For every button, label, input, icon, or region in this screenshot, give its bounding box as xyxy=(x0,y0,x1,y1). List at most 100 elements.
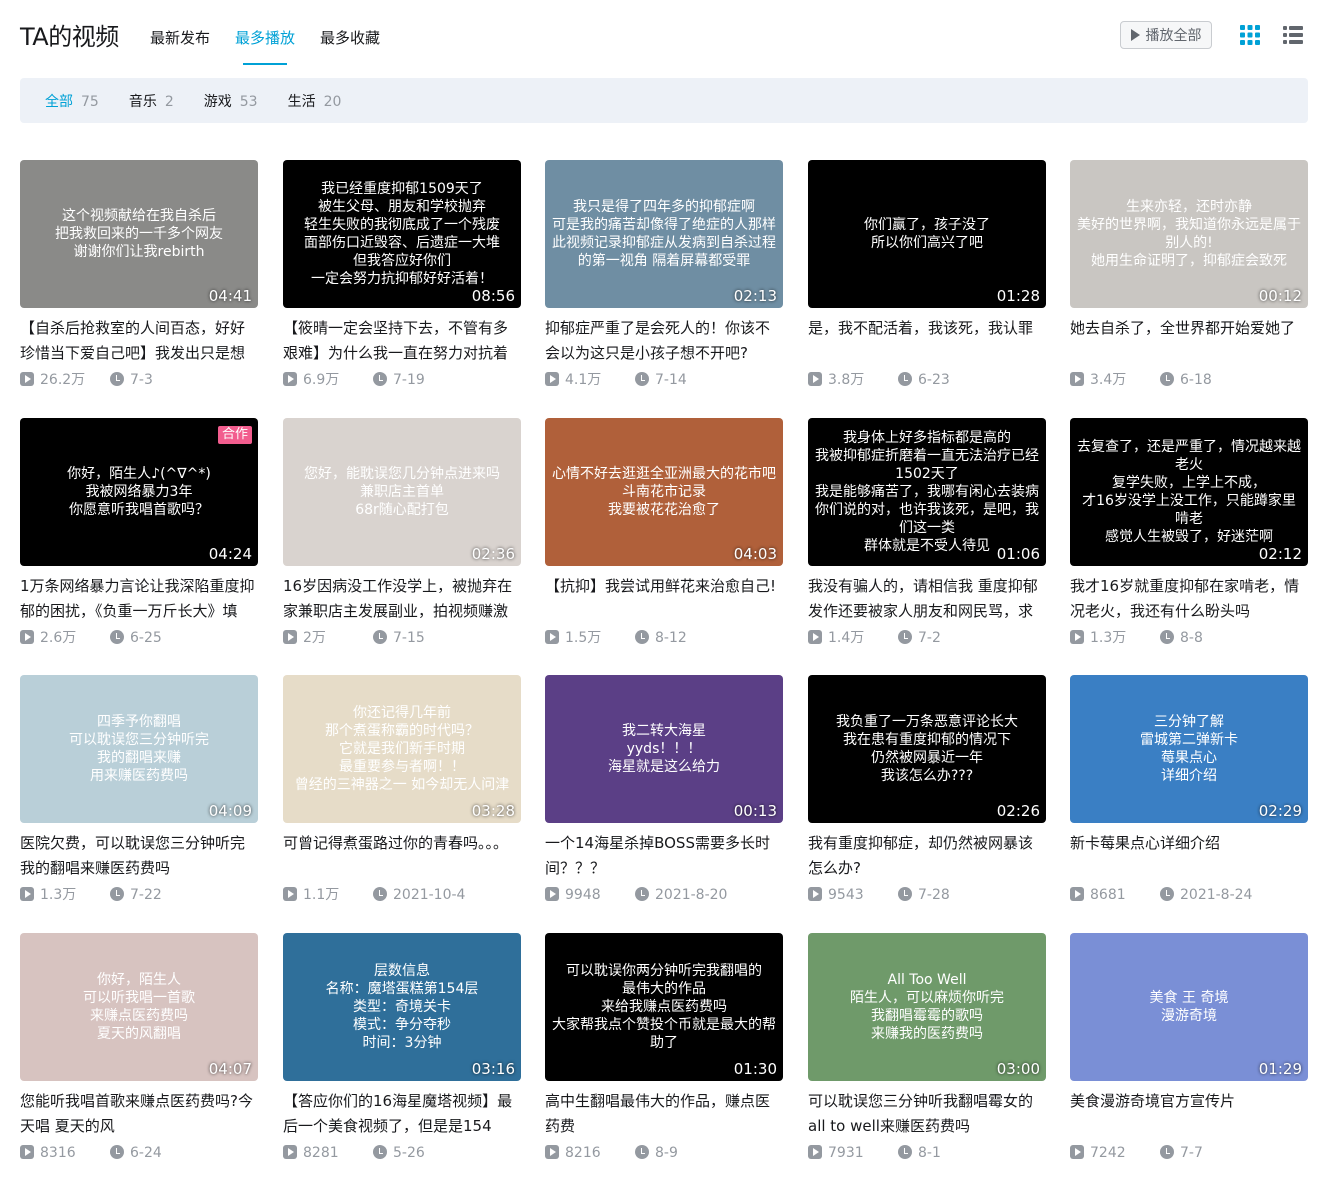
play-all-button[interactable]: 播放全部 xyxy=(1120,21,1212,49)
video-thumbnail[interactable]: 你还记得几年前 那个煮蛋称霸的时代吗？ 它就是我们新手时期 最重要参与者啊！！ … xyxy=(283,675,521,823)
video-thumbnail[interactable]: 你好，陌生人 可以听我唱一首歌 来赚点医药费吗 夏天的风翻唱 04:07 xyxy=(20,933,258,1081)
view-count: 8281 xyxy=(303,1145,339,1161)
thumbnail-caption: 美食 王 奇境 漫游奇境 xyxy=(1149,990,1229,1024)
video-duration: 02:36 xyxy=(471,545,515,563)
video-title[interactable]: 可以耽误您三分钟听我翻唱霉女的all to well来赚医药费吗 xyxy=(808,1089,1046,1139)
video-card: 这个视频献给在我自杀后 把我救回来的一千多个网友 谢谢你们让我rebirth 04… xyxy=(20,160,258,400)
thumbnail-caption: 三分钟了解 雷城第二弹新卡 莓果点心 详细介绍 xyxy=(1140,714,1238,784)
video-title[interactable]: 【抗抑】我尝试用鲜花来治愈自己! xyxy=(545,574,783,624)
sort-tab-most-favorited[interactable]: 最多收藏 xyxy=(320,20,380,56)
view-count: 7242 xyxy=(1090,1145,1126,1161)
thumbnail-caption: 你好，陌生人 可以听我唱一首歌 来赚点医药费吗 夏天的风翻唱 xyxy=(83,972,195,1042)
video-meta: 1.5万 8-12 xyxy=(545,628,783,648)
thumbnail-caption: 层数信息 名称：魔塔蛋糕第154层 类型：奇境关卡 模式：争分夺秒 时间：3分钟 xyxy=(325,963,479,1051)
view-count: 6.9万 xyxy=(303,372,340,388)
play-count-icon xyxy=(20,372,34,386)
clock-icon xyxy=(373,887,387,901)
play-count-icon xyxy=(20,1145,34,1159)
play-count-icon xyxy=(283,1145,297,1159)
thumbnail-caption: 生来亦轻，还时亦静 美好的世界啊，我知道你永远是属于别人的! 她用生命证明了，抑… xyxy=(1077,199,1301,269)
video-title[interactable]: 新卡莓果点心详细介绍 xyxy=(1070,831,1308,881)
video-title[interactable]: 【自杀后抢救室的人间百态，好好珍惜当下爱自己吧】我发出只是想 xyxy=(20,316,258,366)
view-count: 8216 xyxy=(565,1145,601,1161)
clock-icon xyxy=(635,372,649,386)
video-thumbnail[interactable]: 可以耽误你两分钟听完我翻唱的 最伟大的作品 来给我赚点医药费吗 大家帮我点个赞投… xyxy=(545,933,783,1081)
video-thumbnail[interactable]: All Too Well 陌生人，可以麻烦你听完 我翻唱霉霉的歌吗 来赚我的医药… xyxy=(808,933,1046,1081)
clock-icon xyxy=(898,887,912,901)
video-title[interactable]: 您能听我唱首歌来赚点医药费吗?今天唱 夏天的风 xyxy=(20,1089,258,1139)
video-duration: 01:29 xyxy=(1258,1060,1302,1078)
view-count: 3.4万 xyxy=(1090,372,1127,388)
video-title[interactable]: 高中生翻唱最伟大的作品，赚点医药费 xyxy=(545,1089,783,1139)
video-meta: 2万 7-15 xyxy=(283,628,521,648)
video-thumbnail[interactable]: 我只是得了四年多的抑郁症啊 可是我的痛苦却像得了绝症的人那样 此视频记录抑郁症从… xyxy=(545,160,783,308)
clock-icon xyxy=(110,1145,124,1159)
video-title[interactable]: 我没有骗人的，请相信我 重度抑郁发作还要被家人朋友和网民骂，求 xyxy=(808,574,1046,624)
video-meta: 7242 7-7 xyxy=(1070,1143,1308,1163)
video-thumbnail[interactable]: 这个视频献给在我自杀后 把我救回来的一千多个网友 谢谢你们让我rebirth 04… xyxy=(20,160,258,308)
video-card: 去复查了，还是严重了，情况越来越老火 复学失败，上学上不成， 才16岁没学上没工… xyxy=(1070,418,1308,658)
thumbnail-caption: 去复查了，还是严重了，情况越来越老火 复学失败，上学上不成， 才16岁没学上没工… xyxy=(1077,439,1301,545)
thumbnail-caption: 我已经重度抑郁1509天了 被生父母、朋友和学校抛弃 轻生失败的我彻底成了一个残… xyxy=(304,181,500,287)
video-title[interactable]: 她去自杀了，全世界都开始爱她了 xyxy=(1070,316,1308,366)
publish-date: 7-22 xyxy=(130,887,162,903)
sort-tabs: 最新发布 最多播放 最多收藏 xyxy=(150,20,405,65)
video-title[interactable]: 是，我不配活着，我该死，我认罪 xyxy=(808,316,1046,366)
video-thumbnail[interactable]: 去复查了，还是严重了，情况越来越老火 复学失败，上学上不成， 才16岁没学上没工… xyxy=(1070,418,1308,566)
thumbnail-caption: 心情不好去逛逛全亚洲最大的花市吧 斗南花市记录 我要被花花治愈了 xyxy=(552,466,776,518)
thumbnail-caption: 我负重了一万条恶意评论长大 我在患有重度抑郁的情况下 仍然被网暴近一年 我该怎么… xyxy=(836,714,1018,784)
thumbnail-caption: All Too Well 陌生人，可以麻烦你听完 我翻唱霉霉的歌吗 来赚我的医药… xyxy=(850,972,1004,1042)
clock-icon xyxy=(110,630,124,644)
video-title[interactable]: 美食漫游奇境官方宣传片 xyxy=(1070,1089,1308,1139)
video-thumbnail[interactable]: 我二转大海星 yyds！！！ 海星就是这么给力 00:13 xyxy=(545,675,783,823)
video-duration: 02:26 xyxy=(996,802,1040,820)
video-thumbnail[interactable]: 三分钟了解 雷城第二弹新卡 莓果点心 详细介绍 02:29 xyxy=(1070,675,1308,823)
filter-game[interactable]: 游戏 53 xyxy=(204,91,258,111)
grid-view-icon[interactable] xyxy=(1240,25,1260,45)
sort-tab-latest[interactable]: 最新发布 xyxy=(150,20,210,56)
filter-music[interactable]: 音乐 2 xyxy=(129,91,174,111)
video-thumbnail[interactable]: 美食 王 奇境 漫游奇境 01:29 xyxy=(1070,933,1308,1081)
clock-icon xyxy=(635,887,649,901)
video-title[interactable]: 抑郁症严重了是会死人的！你该不会以为这只是小孩子想不开吧? xyxy=(545,316,783,366)
video-thumbnail[interactable]: 你好，陌生人♪(^∇^*) 我被网络暴力3年 你愿意听我唱首歌吗？ 合作 04:24 xyxy=(20,418,258,566)
video-title[interactable]: 一个14海星杀掉BOSS需要多长时间？？？ xyxy=(545,831,783,881)
video-title[interactable]: 【筱晴一定会坚持下去，不管有多艰难】为什么我一直在努力对抗着 xyxy=(283,316,521,366)
page-header: TA的视频 最新发布 最多播放 最多收藏 播放全部 xyxy=(20,20,1308,65)
video-meta: 4.1万 7-14 xyxy=(545,370,783,390)
video-thumbnail[interactable]: 我已经重度抑郁1509天了 被生父母、朋友和学校抛弃 轻生失败的我彻底成了一个残… xyxy=(283,160,521,308)
video-thumbnail[interactable]: 你们赢了，孩子没了 所以你们高兴了吧 01:28 xyxy=(808,160,1046,308)
filter-life[interactable]: 生活 20 xyxy=(288,91,342,111)
video-thumbnail[interactable]: 您好，能耽误您几分钟点进来吗 兼职店主首单 68r随心配打包 02:36 xyxy=(283,418,521,566)
video-title[interactable]: 我有重度抑郁症，却仍然被网暴该怎么办? xyxy=(808,831,1046,881)
publish-date: 6-24 xyxy=(130,1145,162,1161)
video-meta: 9543 7-28 xyxy=(808,885,1046,905)
video-title[interactable]: 医院欠费，可以耽误您三分钟听完我的翻唱来赚医药费吗 xyxy=(20,831,258,881)
video-title[interactable]: 16岁因病没工作没学上，被抛弃在家兼职店主发展副业，拍视频赚激 xyxy=(283,574,521,624)
video-title[interactable]: 我才16岁就重度抑郁在家啃老，情况老火，我还有什么盼头吗 xyxy=(1070,574,1308,624)
page-title: TA的视频 xyxy=(20,23,119,51)
video-meta: 2.6万 6-25 xyxy=(20,628,258,648)
sort-tab-most-played[interactable]: 最多播放 xyxy=(235,20,295,65)
video-title[interactable]: 【答应你们的16海星魔塔视频】最后一个美食视频了，但是是154层， xyxy=(283,1089,521,1139)
filter-all[interactable]: 全部 75 xyxy=(45,91,99,111)
video-card: 我身体上好多指标都是高的 我被抑郁症折磨着一直无法治疗已经1502天了 我是能够… xyxy=(808,418,1046,658)
video-duration: 04:09 xyxy=(208,802,252,820)
video-duration: 01:06 xyxy=(996,545,1040,563)
video-title[interactable]: 可曾记得煮蛋路过你的青春吗。。。 xyxy=(283,831,521,881)
video-thumbnail[interactable]: 心情不好去逛逛全亚洲最大的花市吧 斗南花市记录 我要被花花治愈了 04:03 xyxy=(545,418,783,566)
video-thumbnail[interactable]: 层数信息 名称：魔塔蛋糕第154层 类型：奇境关卡 模式：争分夺秒 时间：3分钟… xyxy=(283,933,521,1081)
video-thumbnail[interactable]: 我负重了一万条恶意评论长大 我在患有重度抑郁的情况下 仍然被网暴近一年 我该怎么… xyxy=(808,675,1046,823)
video-thumbnail[interactable]: 我身体上好多指标都是高的 我被抑郁症折磨着一直无法治疗已经1502天了 我是能够… xyxy=(808,418,1046,566)
list-view-icon[interactable] xyxy=(1283,25,1303,45)
video-thumbnail[interactable]: 生来亦轻，还时亦静 美好的世界啊，我知道你永远是属于别人的! 她用生命证明了，抑… xyxy=(1070,160,1308,308)
clock-icon xyxy=(898,372,912,386)
play-count-icon xyxy=(20,887,34,901)
collab-badge: 合作 xyxy=(217,426,252,444)
clock-icon xyxy=(373,372,387,386)
clock-icon xyxy=(110,887,124,901)
thumbnail-caption: 我二转大海星 yyds！！！ 海星就是这么给力 xyxy=(608,723,720,775)
video-meta: 1.1万 2021-10-4 xyxy=(283,885,521,905)
video-thumbnail[interactable]: 四季予你翻唱 可以耽误您三分钟听完 我的翻唱来赚 用来赚医药费吗 04:09 xyxy=(20,675,258,823)
video-title[interactable]: 1万条网络暴力言论让我深陷重度抑郁的困扰，《负重一万斤长大》填 xyxy=(20,574,258,624)
